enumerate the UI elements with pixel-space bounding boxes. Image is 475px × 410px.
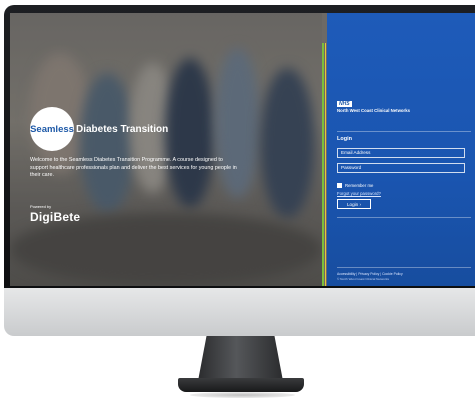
digibete-logo: DigiBete [30, 210, 81, 224]
logo-circle: Seamless [30, 107, 74, 151]
monitor-chin [4, 288, 475, 336]
copyright-text: © North West Coast Clinical Networks [337, 277, 390, 281]
powered-by-label: Powered by [30, 204, 52, 209]
monitor-stand-base [178, 378, 304, 392]
login-screen: Seamless Diabetes Transition Welcome to … [10, 13, 475, 286]
footer-links[interactable]: Accessibility | Privacy Policy | Cookie … [337, 272, 403, 276]
footer-divider [337, 267, 471, 268]
seamless-logo: Seamless Diabetes Transition [30, 107, 168, 151]
divider-yellow [325, 43, 326, 286]
logo-suffix: Diabetes Transition [76, 123, 169, 135]
checkbox-icon[interactable] [337, 183, 342, 188]
login-title: Login [337, 136, 352, 142]
welcome-text: Welcome to the Seamless Diabetes Transit… [30, 157, 237, 178]
password-field[interactable]: Password [337, 163, 465, 173]
login-panel: NHS North West Coast Clinical Networks L… [327, 13, 475, 286]
logo-word: Seamless [30, 123, 74, 135]
nhs-logo: NHS [337, 101, 352, 107]
panel-divider-top [337, 131, 471, 132]
divider-green [322, 43, 324, 286]
remember-me[interactable]: Remember me [337, 183, 373, 188]
monitor-stand-neck [198, 336, 283, 381]
org-name: North West Coast Clinical Networks [337, 108, 410, 113]
forgot-password-link[interactable]: Forgot your password? [337, 191, 381, 196]
remember-label: Remember me [345, 183, 374, 188]
imac-monitor: Seamless Diabetes Transition Welcome to … [0, 0, 475, 410]
email-field[interactable]: Email Address [337, 148, 465, 158]
panel-divider-bottom [337, 217, 471, 218]
login-button[interactable]: Login › [337, 199, 371, 209]
stand-shadow [190, 392, 295, 398]
